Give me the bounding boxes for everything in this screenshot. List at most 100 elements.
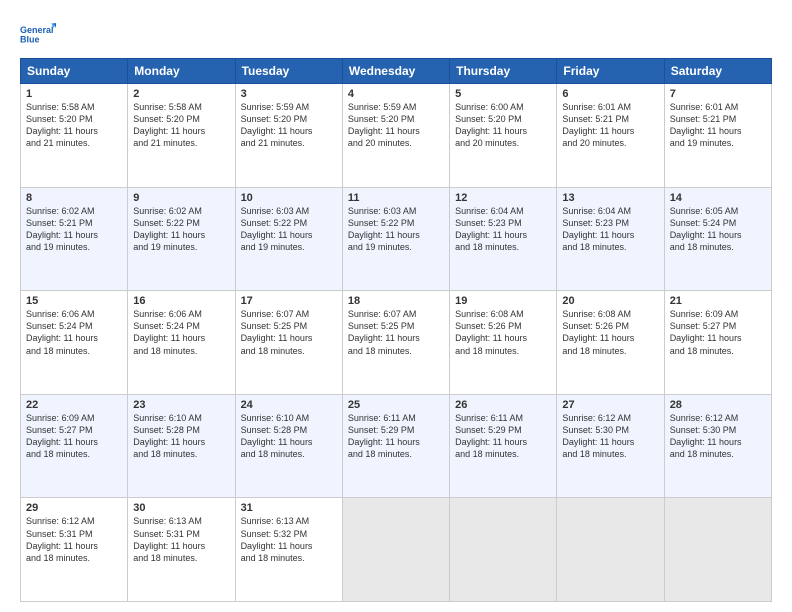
logo: General Blue bbox=[20, 16, 56, 52]
calendar-table: SundayMondayTuesdayWednesdayThursdayFrid… bbox=[20, 58, 772, 602]
day-info: Sunrise: 6:13 AM Sunset: 5:31 PM Dayligh… bbox=[133, 515, 229, 564]
day-number: 14 bbox=[670, 192, 766, 204]
day-info: Sunrise: 6:09 AM Sunset: 5:27 PM Dayligh… bbox=[26, 412, 122, 461]
day-number: 3 bbox=[241, 88, 337, 100]
day-number: 9 bbox=[133, 192, 229, 204]
calendar-cell: 14Sunrise: 6:05 AM Sunset: 5:24 PM Dayli… bbox=[664, 187, 771, 291]
day-info: Sunrise: 6:02 AM Sunset: 5:22 PM Dayligh… bbox=[133, 205, 229, 254]
calendar-cell: 26Sunrise: 6:11 AM Sunset: 5:29 PM Dayli… bbox=[450, 394, 557, 498]
day-number: 18 bbox=[348, 295, 444, 307]
day-info: Sunrise: 6:00 AM Sunset: 5:20 PM Dayligh… bbox=[455, 101, 551, 150]
day-number: 2 bbox=[133, 88, 229, 100]
day-info: Sunrise: 6:04 AM Sunset: 5:23 PM Dayligh… bbox=[455, 205, 551, 254]
day-number: 16 bbox=[133, 295, 229, 307]
calendar-cell: 7Sunrise: 6:01 AM Sunset: 5:21 PM Daylig… bbox=[664, 84, 771, 188]
calendar-day-header: Sunday bbox=[21, 59, 128, 84]
calendar-cell bbox=[557, 498, 664, 602]
day-info: Sunrise: 6:09 AM Sunset: 5:27 PM Dayligh… bbox=[670, 308, 766, 357]
calendar-week-row: 1Sunrise: 5:58 AM Sunset: 5:20 PM Daylig… bbox=[21, 84, 772, 188]
day-info: Sunrise: 5:59 AM Sunset: 5:20 PM Dayligh… bbox=[348, 101, 444, 150]
day-number: 8 bbox=[26, 192, 122, 204]
calendar-cell: 11Sunrise: 6:03 AM Sunset: 5:22 PM Dayli… bbox=[342, 187, 449, 291]
day-number: 29 bbox=[26, 502, 122, 514]
calendar-cell: 25Sunrise: 6:11 AM Sunset: 5:29 PM Dayli… bbox=[342, 394, 449, 498]
calendar-body: 1Sunrise: 5:58 AM Sunset: 5:20 PM Daylig… bbox=[21, 84, 772, 602]
calendar-cell: 5Sunrise: 6:00 AM Sunset: 5:20 PM Daylig… bbox=[450, 84, 557, 188]
calendar-cell: 24Sunrise: 6:10 AM Sunset: 5:28 PM Dayli… bbox=[235, 394, 342, 498]
calendar-week-row: 8Sunrise: 6:02 AM Sunset: 5:21 PM Daylig… bbox=[21, 187, 772, 291]
day-number: 26 bbox=[455, 399, 551, 411]
day-number: 20 bbox=[562, 295, 658, 307]
calendar-cell: 31Sunrise: 6:13 AM Sunset: 5:32 PM Dayli… bbox=[235, 498, 342, 602]
day-number: 23 bbox=[133, 399, 229, 411]
day-number: 24 bbox=[241, 399, 337, 411]
day-info: Sunrise: 6:02 AM Sunset: 5:21 PM Dayligh… bbox=[26, 205, 122, 254]
day-number: 13 bbox=[562, 192, 658, 204]
calendar-cell bbox=[342, 498, 449, 602]
day-info: Sunrise: 6:12 AM Sunset: 5:30 PM Dayligh… bbox=[670, 412, 766, 461]
calendar-cell: 28Sunrise: 6:12 AM Sunset: 5:30 PM Dayli… bbox=[664, 394, 771, 498]
day-number: 1 bbox=[26, 88, 122, 100]
day-number: 11 bbox=[348, 192, 444, 204]
calendar-day-header: Thursday bbox=[450, 59, 557, 84]
day-info: Sunrise: 6:10 AM Sunset: 5:28 PM Dayligh… bbox=[133, 412, 229, 461]
calendar-cell: 2Sunrise: 5:58 AM Sunset: 5:20 PM Daylig… bbox=[128, 84, 235, 188]
calendar-cell: 8Sunrise: 6:02 AM Sunset: 5:21 PM Daylig… bbox=[21, 187, 128, 291]
day-info: Sunrise: 6:01 AM Sunset: 5:21 PM Dayligh… bbox=[670, 101, 766, 150]
day-info: Sunrise: 6:04 AM Sunset: 5:23 PM Dayligh… bbox=[562, 205, 658, 254]
day-info: Sunrise: 6:03 AM Sunset: 5:22 PM Dayligh… bbox=[241, 205, 337, 254]
calendar-cell: 19Sunrise: 6:08 AM Sunset: 5:26 PM Dayli… bbox=[450, 291, 557, 395]
calendar-cell: 30Sunrise: 6:13 AM Sunset: 5:31 PM Dayli… bbox=[128, 498, 235, 602]
day-info: Sunrise: 6:11 AM Sunset: 5:29 PM Dayligh… bbox=[455, 412, 551, 461]
calendar-cell bbox=[450, 498, 557, 602]
calendar-week-row: 22Sunrise: 6:09 AM Sunset: 5:27 PM Dayli… bbox=[21, 394, 772, 498]
calendar-cell: 27Sunrise: 6:12 AM Sunset: 5:30 PM Dayli… bbox=[557, 394, 664, 498]
calendar-cell: 6Sunrise: 6:01 AM Sunset: 5:21 PM Daylig… bbox=[557, 84, 664, 188]
day-number: 7 bbox=[670, 88, 766, 100]
calendar-week-row: 15Sunrise: 6:06 AM Sunset: 5:24 PM Dayli… bbox=[21, 291, 772, 395]
day-info: Sunrise: 6:06 AM Sunset: 5:24 PM Dayligh… bbox=[26, 308, 122, 357]
day-number: 5 bbox=[455, 88, 551, 100]
day-number: 10 bbox=[241, 192, 337, 204]
day-info: Sunrise: 6:08 AM Sunset: 5:26 PM Dayligh… bbox=[562, 308, 658, 357]
svg-text:Blue: Blue bbox=[20, 34, 40, 44]
calendar-cell: 13Sunrise: 6:04 AM Sunset: 5:23 PM Dayli… bbox=[557, 187, 664, 291]
calendar-cell: 21Sunrise: 6:09 AM Sunset: 5:27 PM Dayli… bbox=[664, 291, 771, 395]
day-number: 15 bbox=[26, 295, 122, 307]
calendar-cell: 12Sunrise: 6:04 AM Sunset: 5:23 PM Dayli… bbox=[450, 187, 557, 291]
day-number: 17 bbox=[241, 295, 337, 307]
header: General Blue bbox=[20, 16, 772, 52]
calendar-cell: 3Sunrise: 5:59 AM Sunset: 5:20 PM Daylig… bbox=[235, 84, 342, 188]
day-info: Sunrise: 6:12 AM Sunset: 5:31 PM Dayligh… bbox=[26, 515, 122, 564]
svg-text:General: General bbox=[20, 25, 54, 35]
calendar-cell: 17Sunrise: 6:07 AM Sunset: 5:25 PM Dayli… bbox=[235, 291, 342, 395]
day-number: 31 bbox=[241, 502, 337, 514]
calendar-day-header: Tuesday bbox=[235, 59, 342, 84]
day-info: Sunrise: 6:05 AM Sunset: 5:24 PM Dayligh… bbox=[670, 205, 766, 254]
calendar-cell: 9Sunrise: 6:02 AM Sunset: 5:22 PM Daylig… bbox=[128, 187, 235, 291]
calendar-day-header: Saturday bbox=[664, 59, 771, 84]
calendar-cell: 22Sunrise: 6:09 AM Sunset: 5:27 PM Dayli… bbox=[21, 394, 128, 498]
day-number: 28 bbox=[670, 399, 766, 411]
day-number: 22 bbox=[26, 399, 122, 411]
day-info: Sunrise: 6:06 AM Sunset: 5:24 PM Dayligh… bbox=[133, 308, 229, 357]
calendar-week-row: 29Sunrise: 6:12 AM Sunset: 5:31 PM Dayli… bbox=[21, 498, 772, 602]
calendar-day-header: Monday bbox=[128, 59, 235, 84]
calendar-cell bbox=[664, 498, 771, 602]
day-info: Sunrise: 6:03 AM Sunset: 5:22 PM Dayligh… bbox=[348, 205, 444, 254]
day-info: Sunrise: 5:58 AM Sunset: 5:20 PM Dayligh… bbox=[26, 101, 122, 150]
day-number: 19 bbox=[455, 295, 551, 307]
day-info: Sunrise: 5:59 AM Sunset: 5:20 PM Dayligh… bbox=[241, 101, 337, 150]
day-number: 27 bbox=[562, 399, 658, 411]
day-info: Sunrise: 6:01 AM Sunset: 5:21 PM Dayligh… bbox=[562, 101, 658, 150]
calendar-cell: 29Sunrise: 6:12 AM Sunset: 5:31 PM Dayli… bbox=[21, 498, 128, 602]
day-info: Sunrise: 6:10 AM Sunset: 5:28 PM Dayligh… bbox=[241, 412, 337, 461]
day-number: 21 bbox=[670, 295, 766, 307]
page: General Blue SundayMondayTuesdayWednesda… bbox=[0, 0, 792, 612]
day-info: Sunrise: 6:07 AM Sunset: 5:25 PM Dayligh… bbox=[348, 308, 444, 357]
calendar-header-row: SundayMondayTuesdayWednesdayThursdayFrid… bbox=[21, 59, 772, 84]
calendar-cell: 1Sunrise: 5:58 AM Sunset: 5:20 PM Daylig… bbox=[21, 84, 128, 188]
logo-svg: General Blue bbox=[20, 16, 56, 52]
calendar-cell: 15Sunrise: 6:06 AM Sunset: 5:24 PM Dayli… bbox=[21, 291, 128, 395]
calendar-cell: 4Sunrise: 5:59 AM Sunset: 5:20 PM Daylig… bbox=[342, 84, 449, 188]
